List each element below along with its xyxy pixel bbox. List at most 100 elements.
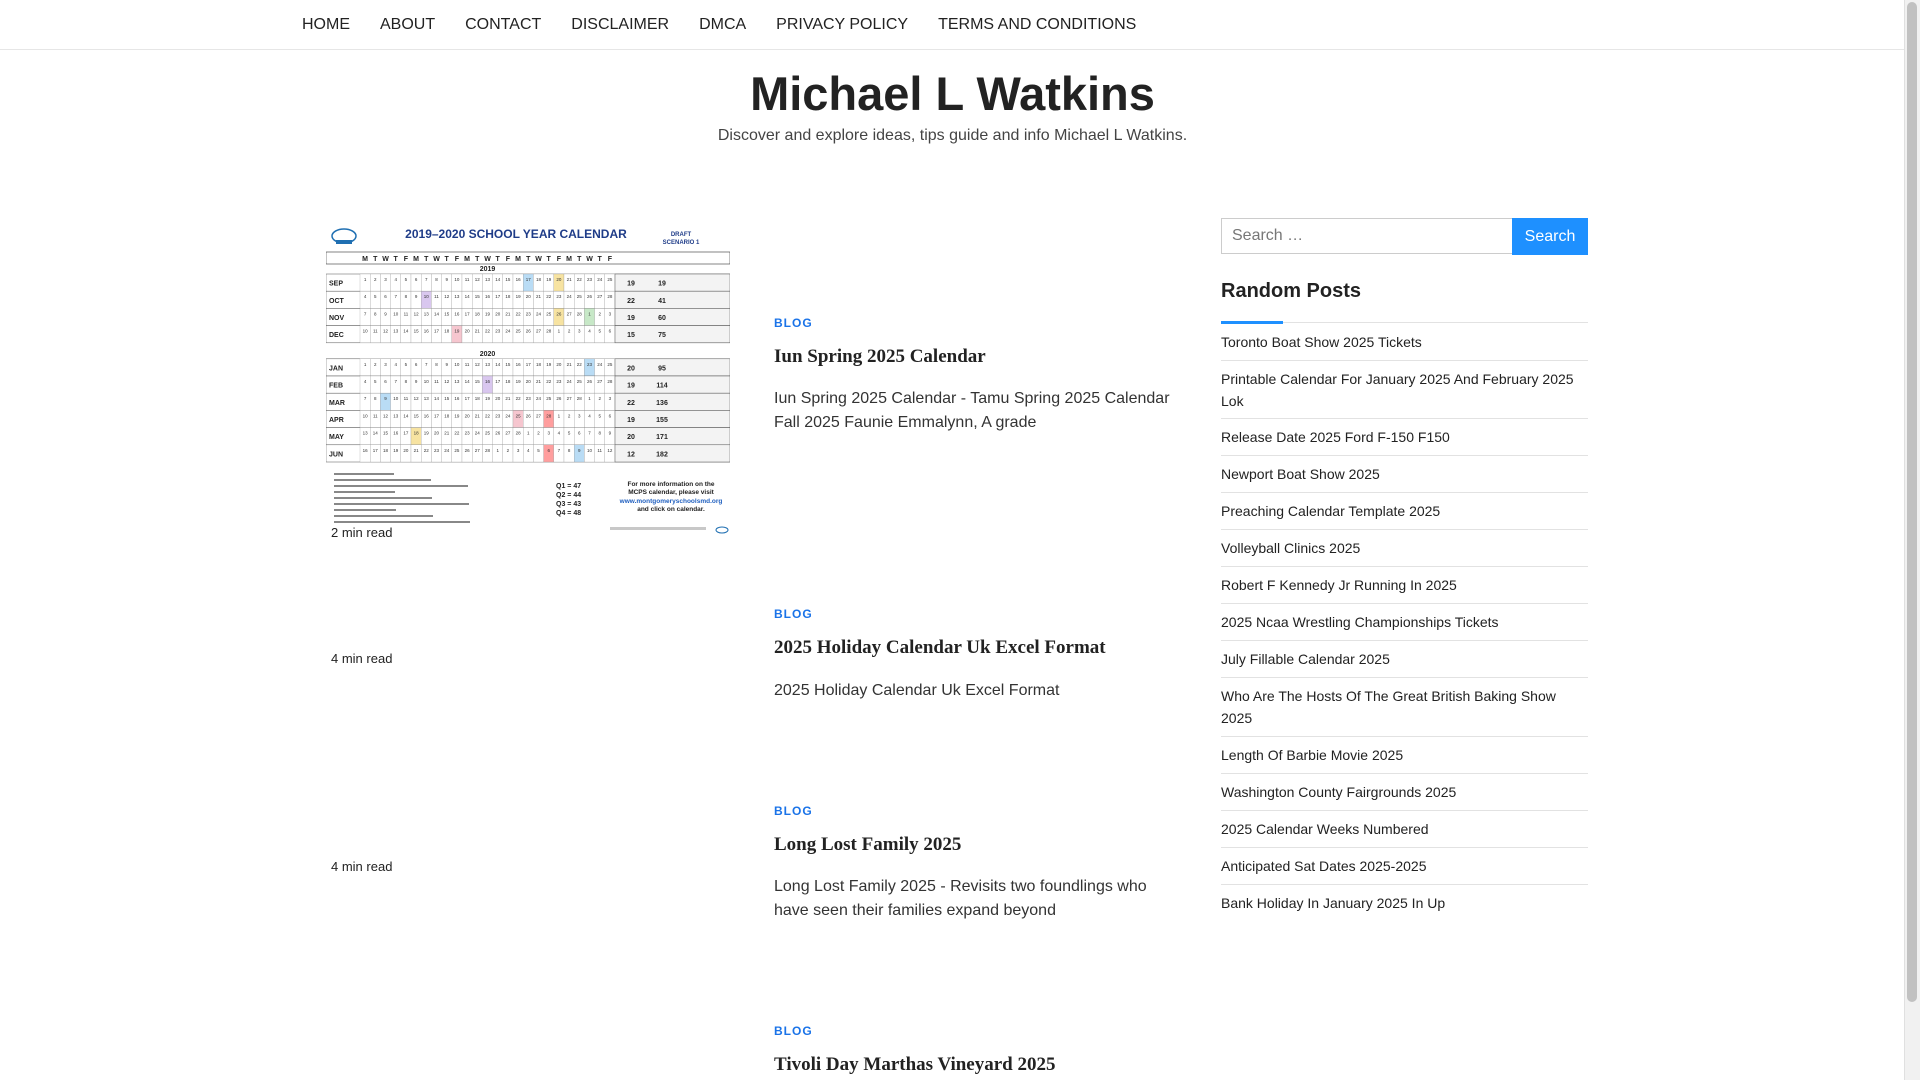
post-2-category[interactable]: BLOG <box>774 607 813 621</box>
scrollbar-thumb[interactable] <box>1907 2 1917 1002</box>
calendar-month-label: FEB <box>329 383 343 390</box>
calendar-day-number: 27 <box>567 396 573 401</box>
calendar-day-letter: T <box>526 256 531 263</box>
calendar-day-number: 11 <box>373 413 378 418</box>
calendar-day-letter: T <box>577 256 582 263</box>
calendar-day-number: 26 <box>526 413 532 418</box>
post-2-title[interactable]: 2025 Holiday Calendar Uk Excel Format <box>774 637 1106 659</box>
calendar-day-number: 14 <box>465 294 471 299</box>
calendar-day-number: 18 <box>414 431 420 436</box>
calendar-month-total: 22 <box>627 298 635 305</box>
nav-item-disclaimer[interactable]: DISCLAIMER <box>571 0 669 49</box>
calendar-day-number: 18 <box>444 413 450 418</box>
calendar-day-number: 25 <box>546 311 552 316</box>
post-3-excerpt: Long Lost Family 2025 - Revisits two fou… <box>774 878 1147 919</box>
random-post-link[interactable]: Release Date 2025 Ford F-150 F150 <box>1221 419 1588 456</box>
calendar-day-number: 17 <box>465 396 471 401</box>
post-thumbnail-calendar-image[interactable]: 2019–2020 SCHOOL YEAR CALENDAR DRAFT SCE… <box>325 224 731 536</box>
calendar-day-number: 16 <box>363 448 369 453</box>
calendar-day-letter: F <box>557 256 562 263</box>
nav-item-home[interactable]: HOME <box>302 0 350 49</box>
calendar-day-number: 28 <box>516 431 522 436</box>
calendar-day-number: 11 <box>404 396 409 401</box>
post-1-title[interactable]: Iun Spring 2025 Calendar <box>774 346 986 368</box>
calendar-day-letter: T <box>445 256 450 263</box>
calendar-day-number: 10 <box>454 362 460 367</box>
calendar-day-number: 19 <box>546 362 552 367</box>
random-post-link[interactable]: Newport Boat Show 2025 <box>1221 456 1588 493</box>
calendar-cumulative-total: 155 <box>656 417 668 424</box>
page-scrollbar[interactable] <box>1904 0 1920 1080</box>
random-post-link[interactable]: Preaching Calendar Template 2025 <box>1221 493 1588 530</box>
calendar-day-number: 23 <box>587 277 593 282</box>
random-post-link[interactable]: Robert F Kennedy Jr Running In 2025 <box>1221 567 1588 604</box>
calendar-day-number: 26 <box>465 448 471 453</box>
nav-item-dmca[interactable]: DMCA <box>699 0 746 49</box>
random-post-link[interactable]: Anticipated Sat Dates 2025-2025 <box>1221 848 1588 885</box>
info-line-3: and click on calendar. <box>637 506 705 513</box>
random-post-link[interactable]: Volleyball Clinics 2025 <box>1221 530 1588 567</box>
calendar-day-number: 15 <box>414 329 420 334</box>
top-navigation: HOME ABOUT CONTACT DISCLAIMER DMCA PRIVA… <box>0 0 1905 50</box>
random-post-link[interactable]: 2025 Ncaa Wrestling Championships Ticket… <box>1221 604 1588 641</box>
calendar-day-letter: T <box>496 256 501 263</box>
calendar-day-number: 11 <box>404 311 409 316</box>
calendar-day-number: 15 <box>444 311 450 316</box>
random-post-link[interactable]: Who Are The Hosts Of The Great British B… <box>1221 678 1588 737</box>
calendar-day-number: 10 <box>424 379 430 384</box>
calendar-day-number: 20 <box>465 329 471 334</box>
calendar-day-number: 25 <box>454 448 460 453</box>
search-input[interactable] <box>1221 218 1513 254</box>
nav-item-contact[interactable]: CONTACT <box>465 0 541 49</box>
calendar-day-number: 19 <box>454 329 460 334</box>
post-3-title[interactable]: Long Lost Family 2025 <box>774 834 961 856</box>
random-post-link[interactable]: Bank Holiday In January 2025 In Up <box>1221 885 1588 921</box>
calendar-day-number: 10 <box>363 413 369 418</box>
calendar-day-number: 14 <box>403 329 409 334</box>
calendar-legend-line <box>334 473 394 475</box>
calendar-day-number: 10 <box>393 311 399 316</box>
calendar-day-number: 17 <box>434 413 440 418</box>
post-4-category[interactable]: BLOG <box>774 1024 813 1038</box>
calendar-day-letter: W <box>433 256 440 263</box>
random-post-link[interactable]: July Fillable Calendar 2025 <box>1221 641 1588 678</box>
post-3-category[interactable]: BLOG <box>774 804 813 818</box>
calendar-day-number: 11 <box>434 379 439 384</box>
calendar-day-number: 22 <box>485 329 491 334</box>
calendar-day-number: 15 <box>414 413 420 418</box>
calendar-day-number: 12 <box>607 448 613 453</box>
random-post-link[interactable]: Washington County Fairgrounds 2025 <box>1221 774 1588 811</box>
random-post-link[interactable]: 2025 Calendar Weeks Numbered <box>1221 811 1588 848</box>
search-button[interactable]: Search <box>1512 218 1588 255</box>
calendar-day-number: 28 <box>546 329 552 334</box>
calendar-day-number: 23 <box>526 311 532 316</box>
nav-item-privacy-policy[interactable]: PRIVACY POLICY <box>776 0 908 49</box>
calendar-day-number: 28 <box>607 294 613 299</box>
post-4-title[interactable]: Tivoli Day Marthas Vineyard 2025 <box>774 1054 1056 1076</box>
calendar-day-number: 27 <box>505 431 511 436</box>
calendar-day-number: 13 <box>424 396 430 401</box>
calendar-day-number: 23 <box>495 413 501 418</box>
calendar-day-number: 11 <box>465 362 470 367</box>
random-post-link[interactable]: Printable Calendar For January 2025 And … <box>1221 361 1588 419</box>
post-2-read-time: 4 min read <box>329 651 395 666</box>
post-1-category[interactable]: BLOG <box>774 316 813 330</box>
calendar-day-number: 25 <box>516 329 522 334</box>
site-title[interactable]: Michael L Watkins <box>0 66 1905 121</box>
calendar-month-label: MAR <box>329 400 345 407</box>
calendar-day-number: 19 <box>516 379 522 384</box>
random-post-link[interactable]: Length Of Barbie Movie 2025 <box>1221 737 1588 774</box>
nav-item-terms[interactable]: TERMS AND CONDITIONS <box>938 0 1136 49</box>
calendar-day-number: 24 <box>597 277 603 282</box>
random-post-link[interactable]: Toronto Boat Show 2025 Tickets <box>1221 324 1588 361</box>
calendar-cumulative-total: 171 <box>656 434 668 441</box>
nav-item-about[interactable]: ABOUT <box>380 0 435 49</box>
calendar-cumulative-total: 95 <box>658 365 666 372</box>
calendar-day-letter: W <box>535 256 542 263</box>
calendar-day-number: 12 <box>383 329 389 334</box>
calendar-day-number: 23 <box>434 448 440 453</box>
calendar-day-number: 17 <box>495 379 501 384</box>
calendar-day-number: 15 <box>444 396 450 401</box>
calendar-day-number: 19 <box>454 413 460 418</box>
calendar-day-number: 16 <box>424 329 430 334</box>
